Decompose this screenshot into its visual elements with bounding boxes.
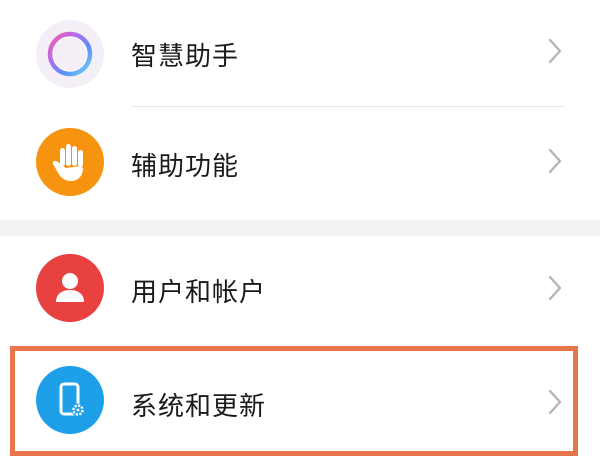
row-divider [131, 106, 565, 107]
settings-item-label: 辅助功能 [131, 152, 240, 182]
settings-group-1: 智慧助手 辅助功能 [0, 0, 600, 220]
settings-item-label: 智慧助手 [131, 42, 240, 72]
chevron-right-icon [548, 148, 562, 174]
settings-item-label: 系统和更新 [131, 392, 267, 422]
settings-item-users-accounts[interactable]: 用户和帐户 [0, 236, 600, 340]
chevron-right-icon [548, 275, 562, 301]
settings-group-2: 用户和帐户 系统和更新 [0, 236, 600, 450]
group-separator [0, 220, 600, 236]
hand-icon [36, 128, 104, 196]
user-icon [36, 254, 104, 322]
phone-settings-icon [36, 366, 104, 434]
chevron-right-icon [548, 389, 562, 415]
chevron-right-icon [548, 38, 562, 64]
settings-item-smart-assistant[interactable]: 智慧助手 [0, 0, 600, 104]
settings-item-system-update[interactable]: 系统和更新 [0, 350, 600, 454]
assistant-ring-icon [36, 20, 104, 88]
settings-item-accessibility[interactable]: 辅助功能 [0, 110, 600, 214]
settings-item-label: 用户和帐户 [131, 278, 267, 308]
